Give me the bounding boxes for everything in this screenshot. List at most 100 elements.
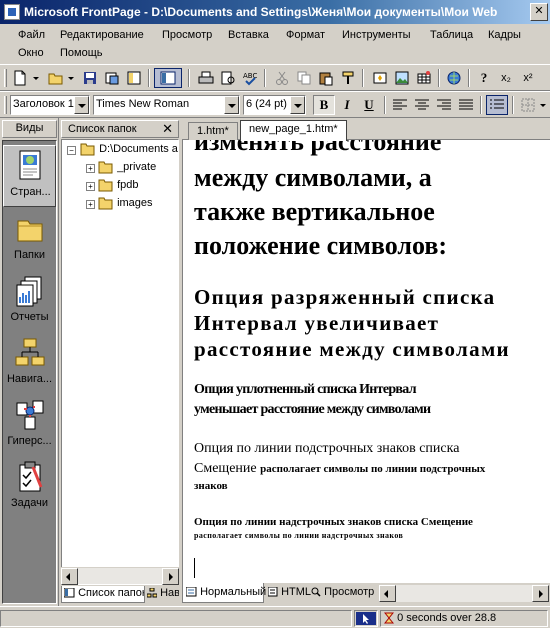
close-icon[interactable]: ✕ bbox=[162, 121, 173, 137]
tab-folder-list-label: Список папок bbox=[78, 587, 145, 599]
tab-folder-list[interactable]: Список папок bbox=[61, 586, 145, 603]
tab-page-1-label: 1.htm* bbox=[197, 125, 229, 137]
new-page-icon[interactable] bbox=[10, 68, 30, 88]
page-editor[interactable]: изменять расстояние между символами, а т… bbox=[182, 140, 550, 583]
spelling-icon[interactable]: ABC bbox=[240, 68, 260, 88]
font-size-select[interactable]: 6 (24 pt) bbox=[243, 95, 306, 115]
style-select[interactable]: Заголовок 1 bbox=[10, 95, 90, 115]
tab-normal[interactable]: Нормальный bbox=[182, 583, 266, 603]
font-select[interactable]: Times New Roman bbox=[93, 95, 240, 115]
paste-icon[interactable] bbox=[316, 68, 336, 88]
preview-magnifier-icon bbox=[311, 587, 321, 597]
tab-new-page-1[interactable]: new_page_1.htm* bbox=[240, 120, 347, 141]
print-preview-icon[interactable] bbox=[218, 68, 238, 88]
chevron-down-icon[interactable] bbox=[74, 96, 89, 114]
menu-insert[interactable]: Вставка bbox=[228, 27, 269, 43]
menu-help[interactable]: Помощь bbox=[60, 45, 103, 61]
borders-dropdown-icon[interactable] bbox=[538, 95, 548, 115]
open-dropdown-icon[interactable] bbox=[65, 68, 77, 88]
chevron-down-icon[interactable] bbox=[224, 96, 239, 114]
views-bar-toggle-icon[interactable] bbox=[154, 68, 182, 88]
insert-table-icon[interactable] bbox=[414, 68, 434, 88]
subscript-text: располагает символы по линии подстрочных bbox=[260, 463, 486, 475]
download-time: 0 seconds over 28.8 bbox=[380, 610, 548, 627]
view-reports-label: Отчеты bbox=[10, 311, 49, 323]
toolbar-separator bbox=[264, 69, 266, 87]
align-center-icon[interactable] bbox=[412, 95, 432, 115]
publish-icon[interactable] bbox=[102, 68, 122, 88]
title-bar: Microsoft FrontPage - D:\Documents and S… bbox=[0, 0, 550, 24]
tree-item-private[interactable]: _private bbox=[98, 160, 156, 174]
tree-item-images[interactable]: images bbox=[98, 196, 153, 210]
subscript-icon[interactable]: x₂ bbox=[496, 68, 516, 88]
borders-icon[interactable] bbox=[518, 95, 538, 115]
tab-html[interactable]: HTML bbox=[265, 583, 311, 603]
toolbar-grip[interactable] bbox=[4, 69, 7, 87]
close-window-button[interactable]: ✕ bbox=[530, 3, 548, 21]
menu-tools[interactable]: Инструменты bbox=[342, 27, 411, 43]
view-tasks[interactable]: Задачи bbox=[3, 457, 56, 519]
menu-edit[interactable]: Редактирование bbox=[60, 27, 144, 43]
scroll-right-icon[interactable] bbox=[162, 568, 179, 585]
views-header: Виды bbox=[2, 120, 57, 138]
superscript-icon[interactable]: x² bbox=[518, 68, 538, 88]
folder-list-icon[interactable] bbox=[124, 68, 144, 88]
copy-icon[interactable] bbox=[294, 68, 314, 88]
menu-frames[interactable]: Кадры bbox=[488, 27, 521, 43]
view-page[interactable]: Стран... bbox=[3, 145, 56, 207]
format-painter-icon[interactable] bbox=[338, 68, 358, 88]
tab-page-1[interactable]: 1.htm* bbox=[188, 122, 238, 140]
help-icon[interactable]: ? bbox=[474, 68, 494, 88]
heading2-line: Опция разряженный списка bbox=[194, 285, 496, 309]
collapse-icon[interactable]: − bbox=[67, 146, 76, 155]
print-icon[interactable] bbox=[196, 68, 216, 88]
menu-table[interactable]: Таблица bbox=[430, 27, 473, 43]
menu-file[interactable]: Файл bbox=[18, 27, 45, 43]
view-navigation[interactable]: Навига... bbox=[3, 333, 56, 395]
view-folders-label: Папки bbox=[14, 249, 45, 261]
folder-list-tab-icon bbox=[63, 587, 75, 598]
expand-icon[interactable]: + bbox=[86, 200, 95, 209]
view-folders[interactable]: Папки bbox=[3, 209, 56, 271]
view-hyperlinks[interactable]: Гиперс... bbox=[3, 395, 56, 457]
align-right-icon[interactable] bbox=[434, 95, 454, 115]
chevron-down-icon[interactable] bbox=[290, 96, 305, 114]
toolbar-separator bbox=[362, 69, 364, 87]
new-dropdown-icon[interactable] bbox=[30, 68, 42, 88]
bold-button[interactable]: B bbox=[313, 95, 335, 115]
open-folder-icon[interactable] bbox=[46, 68, 66, 88]
scroll-right-icon[interactable] bbox=[532, 585, 549, 602]
scroll-left-icon[interactable] bbox=[61, 568, 78, 585]
cut-icon[interactable] bbox=[272, 68, 292, 88]
tree-root[interactable]: D:\Documents a bbox=[80, 142, 178, 156]
tab-preview-label: Просмотр bbox=[324, 586, 375, 598]
tab-navigation[interactable]: Нав bbox=[145, 586, 179, 603]
menu-view[interactable]: Просмотр bbox=[162, 27, 212, 43]
frontpage-app-icon[interactable] bbox=[4, 4, 20, 20]
insert-picture-icon[interactable] bbox=[392, 68, 412, 88]
toolbar-separator bbox=[148, 69, 150, 87]
views-list: Стран... Папки Отчеты Навига... Гиперс..… bbox=[2, 140, 57, 604]
insert-component-icon[interactable] bbox=[370, 68, 390, 88]
paragraph-line: Опция по линии подстрочных знаков списка bbox=[194, 441, 460, 456]
expand-icon[interactable]: + bbox=[86, 182, 95, 191]
hyperlink-globe-icon[interactable] bbox=[444, 68, 464, 88]
view-tasks-label: Задачи bbox=[11, 497, 48, 509]
justify-icon[interactable] bbox=[456, 95, 476, 115]
tree-item-fpdb[interactable]: fpdb bbox=[98, 178, 138, 192]
editor-horizontal-scrollbar[interactable] bbox=[379, 585, 549, 602]
underline-button[interactable]: U bbox=[359, 95, 379, 115]
tab-preview[interactable]: Просмотр bbox=[308, 583, 378, 603]
view-reports[interactable]: Отчеты bbox=[3, 271, 56, 333]
menu-window[interactable]: Окно bbox=[18, 45, 44, 61]
numbered-list-icon[interactable] bbox=[486, 95, 508, 115]
folder-horizontal-scrollbar[interactable] bbox=[61, 567, 179, 585]
scroll-left-icon[interactable] bbox=[379, 585, 396, 602]
toolbar-separator bbox=[384, 96, 386, 114]
toolbar-grip[interactable] bbox=[4, 96, 7, 114]
menu-format[interactable]: Формат bbox=[286, 27, 325, 43]
save-icon[interactable] bbox=[80, 68, 100, 88]
italic-button[interactable]: I bbox=[337, 95, 357, 115]
align-left-icon[interactable] bbox=[390, 95, 410, 115]
expand-icon[interactable]: + bbox=[86, 164, 95, 173]
